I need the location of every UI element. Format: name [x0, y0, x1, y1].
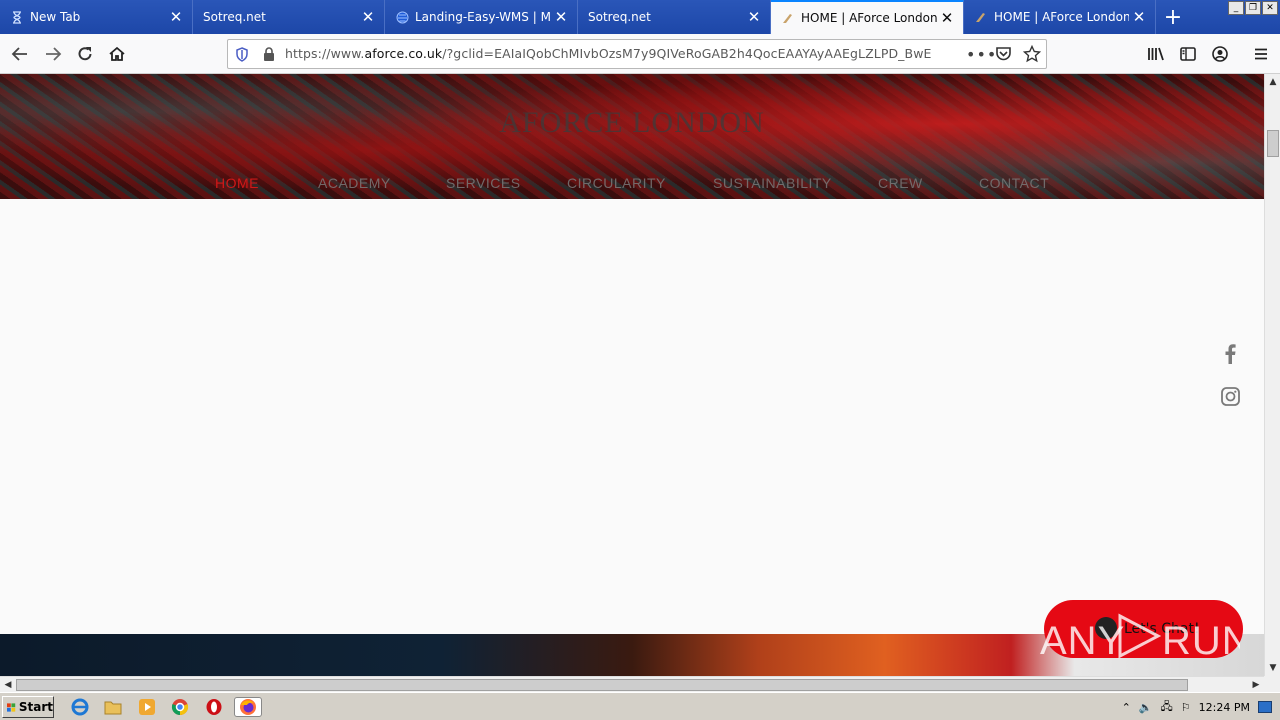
new-tab-button[interactable]: + — [1156, 0, 1190, 34]
tab-landing-easy-wms[interactable]: Landing-Easy-WMS | Mecal ✕ — [385, 0, 578, 34]
svg-text:ANY: ANY — [1040, 619, 1125, 663]
clock[interactable]: 12:24 PM — [1199, 701, 1250, 714]
instagram-icon[interactable] — [1220, 386, 1240, 406]
back-arrow-icon — [11, 47, 27, 61]
firefox-taskbar-icon[interactable] — [234, 697, 262, 717]
sidebar-button[interactable] — [1174, 40, 1202, 68]
nav-item-academy[interactable]: ACADEMY — [318, 175, 391, 191]
anyrun-watermark: ANY RUN — [1040, 604, 1251, 664]
tab-title: Sotreq.net — [203, 10, 266, 24]
hourglass-icon — [10, 10, 24, 24]
show-desktop-icon[interactable] — [1258, 701, 1272, 713]
internet-explorer-icon[interactable] — [70, 697, 90, 717]
home-icon — [109, 46, 125, 61]
minimize-icon[interactable]: _ — [1228, 1, 1244, 15]
tab-title: New Tab — [30, 10, 81, 24]
start-button[interactable]: Start — [2, 696, 54, 718]
tab-close-icon[interactable]: ✕ — [937, 9, 957, 27]
scroll-up-icon[interactable]: ▲ — [1265, 74, 1280, 90]
nav-item-services[interactable]: SERVICES — [446, 175, 521, 191]
media-player-icon[interactable] — [137, 697, 157, 717]
forward-arrow-icon — [46, 47, 62, 61]
restore-icon[interactable]: ❐ — [1245, 1, 1261, 15]
horizontal-scrollbar[interactable]: ◀ ▶ — [0, 676, 1264, 692]
nav-item-circularity[interactable]: CIRCULARITY — [567, 175, 666, 191]
tab-close-icon[interactable]: ✕ — [166, 8, 186, 26]
back-button[interactable] — [6, 40, 34, 68]
tab-strip: New Tab ✕ Sotreq.net ✕ Landing-Easy-WMS … — [0, 0, 1280, 34]
network-icon[interactable]: 🖧 — [1161, 698, 1173, 717]
close-window-icon[interactable]: ✕ — [1262, 1, 1278, 15]
account-button[interactable] — [1206, 40, 1234, 68]
tab-close-icon[interactable]: ✕ — [358, 8, 378, 26]
home-button[interactable] — [103, 40, 131, 68]
vertical-scroll-thumb[interactable] — [1267, 130, 1279, 157]
bookmark-star-icon[interactable] — [1022, 44, 1042, 67]
lock-icon[interactable] — [263, 47, 275, 66]
tab-aforce-active[interactable]: HOME | AForce London ✕ — [771, 0, 964, 34]
account-icon — [1212, 46, 1228, 62]
scroll-right-icon[interactable]: ▶ — [1248, 677, 1264, 693]
tab-title: HOME | AForce London — [994, 10, 1129, 24]
nav-item-home[interactable]: HOME — [215, 175, 259, 191]
windows-logo-icon — [7, 702, 16, 712]
system-tray: ⌃ 🔈 🖧 ⚐ 12:24 PM — [1102, 696, 1278, 718]
pocket-icon[interactable] — [995, 46, 1012, 66]
reload-button[interactable] — [71, 40, 99, 68]
svg-text:RUN: RUN — [1162, 619, 1240, 663]
url-text[interactable]: https://www.aforce.co.uk/?gclid=EAIaIQob… — [285, 46, 932, 61]
vertical-scrollbar[interactable]: ▲ ▼ — [1264, 74, 1280, 676]
page-actions-icon[interactable]: ••• — [966, 45, 997, 64]
tab-title: Sotreq.net — [588, 10, 651, 24]
library-icon — [1148, 47, 1164, 61]
navigation-toolbar: https://www.aforce.co.uk/?gclid=EAIaIQob… — [0, 34, 1280, 74]
url-bar[interactable]: https://www.aforce.co.uk/?gclid=EAIaIQob… — [227, 39, 1047, 69]
scroll-down-icon[interactable]: ▼ — [1265, 660, 1280, 676]
tab-close-icon[interactable]: ✕ — [744, 8, 764, 26]
start-label: Start — [18, 700, 53, 714]
nav-item-crew[interactable]: CREW — [878, 175, 923, 191]
facebook-icon[interactable] — [1220, 344, 1240, 364]
tab-sotreq-2[interactable]: Sotreq.net ✕ — [578, 0, 771, 34]
file-explorer-icon[interactable] — [103, 697, 123, 717]
tab-new-tab[interactable]: New Tab ✕ — [0, 0, 193, 34]
menu-button[interactable] — [1247, 40, 1275, 68]
nav-item-contact[interactable]: CONTACT — [979, 175, 1049, 191]
show-hidden-icons[interactable]: ⌃ — [1122, 701, 1131, 714]
library-button[interactable] — [1142, 40, 1170, 68]
main-navigation: HOME ACADEMY SERVICES CIRCULARITY SUSTAI… — [0, 175, 1264, 195]
aforce-icon — [781, 11, 795, 25]
windows-taskbar: Start ⌃ 🔈 🖧 ⚐ 12:24 PM — [0, 692, 1280, 720]
window-controls: _ ❐ ✕ — [1228, 1, 1278, 15]
volume-icon[interactable]: 🔈 — [1139, 701, 1153, 714]
tab-title: HOME | AForce London — [801, 11, 937, 25]
action-center-flag-icon[interactable]: ⚐ — [1181, 701, 1191, 714]
tab-aforce-2[interactable]: HOME | AForce London ✕ — [964, 0, 1156, 34]
hamburger-icon — [1255, 48, 1267, 60]
tab-close-icon[interactable]: ✕ — [551, 8, 571, 26]
page-viewport: AFORCE LONDON HOME ACADEMY SERVICES CIRC… — [0, 74, 1264, 676]
globe-icon — [395, 10, 409, 24]
opera-icon[interactable] — [204, 697, 224, 717]
reload-icon — [78, 47, 92, 61]
tab-sotreq-1[interactable]: Sotreq.net ✕ — [193, 0, 385, 34]
tab-close-icon[interactable]: ✕ — [1129, 8, 1149, 26]
tab-title: Landing-Easy-WMS | Mecal — [415, 10, 551, 24]
tracking-shield-icon[interactable] — [235, 47, 249, 66]
sidebar-icon — [1180, 47, 1196, 61]
horizontal-scroll-thumb[interactable] — [16, 679, 1188, 691]
chrome-icon[interactable] — [170, 697, 190, 717]
forward-button[interactable] — [39, 40, 67, 68]
site-logo[interactable]: AFORCE LONDON — [0, 106, 1264, 140]
aforce-icon — [974, 10, 988, 24]
header-banner: AFORCE LONDON HOME ACADEMY SERVICES CIRC… — [0, 74, 1264, 199]
scroll-left-icon[interactable]: ◀ — [0, 677, 16, 693]
nav-item-sustainability[interactable]: SUSTAINABILITY — [713, 175, 832, 191]
